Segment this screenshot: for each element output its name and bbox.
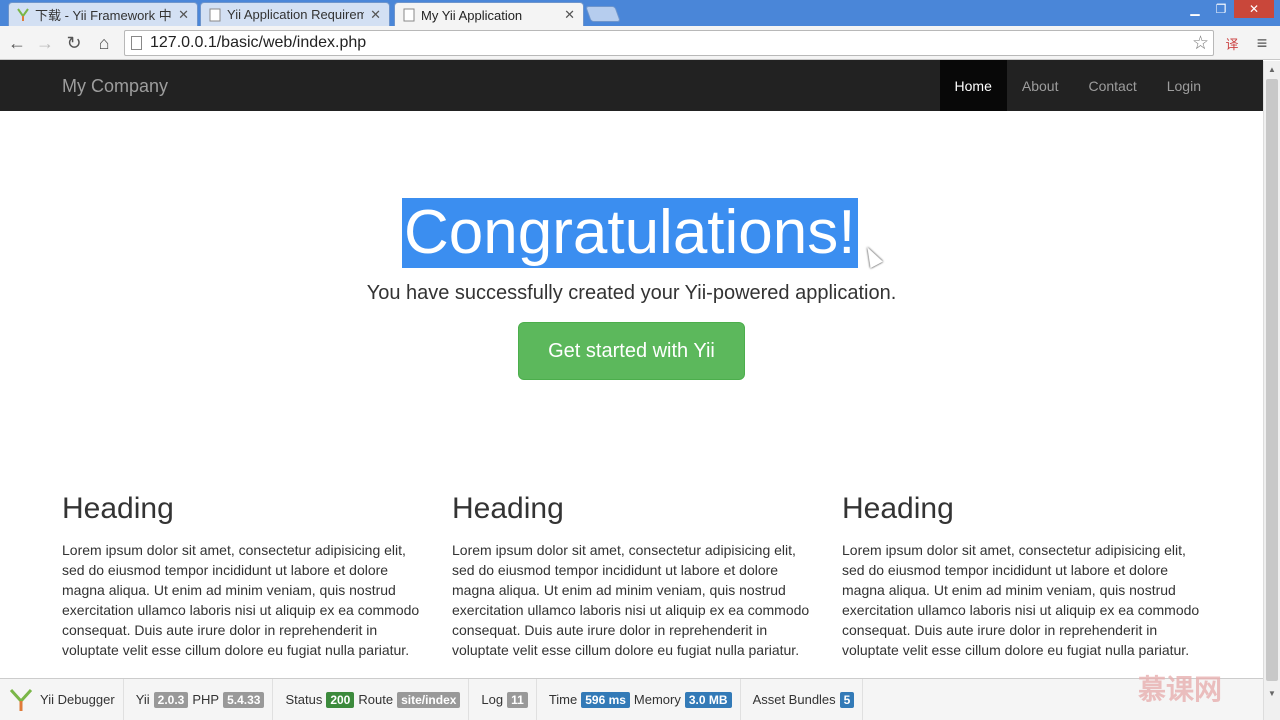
php-version-badge: 5.4.33 bbox=[223, 691, 265, 708]
assets-label: Asset Bundles bbox=[752, 692, 836, 707]
address-bar[interactable]: ☆ bbox=[124, 30, 1214, 56]
status-badge: 200 bbox=[326, 691, 355, 708]
memory-label: Memory bbox=[633, 692, 681, 707]
tab-requirements[interactable]: Yii Application Requirements ✕ bbox=[200, 2, 390, 26]
tab-title: 下载 - Yii Framework 中文 bbox=[35, 8, 173, 23]
debugger-title: Yii Debugger bbox=[40, 692, 115, 707]
tab-title: Yii Application Requirements bbox=[227, 7, 365, 22]
translate-icon[interactable]: 译 bbox=[1220, 31, 1244, 55]
maximize-icon[interactable]: ❐ bbox=[1208, 0, 1234, 18]
menu-icon[interactable]: ≡ bbox=[1250, 31, 1274, 55]
request-block[interactable]: Status 200 Route site/index bbox=[273, 678, 470, 720]
scrollbar-thumb[interactable] bbox=[1266, 79, 1278, 681]
nav-menu: Home About Contact Login bbox=[939, 60, 1216, 111]
close-icon[interactable]: ✕ bbox=[370, 7, 381, 23]
column-heading: Heading bbox=[842, 492, 954, 525]
column-body: Lorem ipsum dolor sit amet, consectetur … bbox=[62, 542, 420, 658]
log-block[interactable]: Log 11 bbox=[469, 678, 537, 720]
tab-downloads[interactable]: 下载 - Yii Framework 中文 ✕ bbox=[8, 2, 198, 26]
minimize-icon[interactable]: ▁ bbox=[1182, 0, 1208, 18]
content-column: Heading Lorem ipsum dolor sit amet, cons… bbox=[62, 492, 422, 660]
reload-icon[interactable]: ↻ bbox=[62, 31, 86, 55]
config-block[interactable]: Yii 2.0.3 PHP 5.4.33 bbox=[124, 678, 274, 720]
site-navbar: My Company Home About Contact Login bbox=[0, 60, 1263, 111]
content-column: Heading Lorem ipsum dolor sit amet, cons… bbox=[842, 492, 1202, 660]
route-label: Route bbox=[358, 692, 394, 707]
window-close-icon[interactable]: ✕ bbox=[1234, 0, 1274, 18]
watermark-logo: 慕课网 bbox=[1138, 674, 1223, 705]
memory-badge: 3.0 MB bbox=[684, 691, 732, 708]
back-arrow-icon[interactable]: ← bbox=[5, 31, 29, 55]
yii-debug-toolbar: Yii Debugger Yii 2.0.3 PHP 5.4.33 Status… bbox=[0, 678, 1263, 720]
log-label: Log bbox=[481, 692, 504, 707]
forward-arrow-icon[interactable]: → bbox=[33, 31, 57, 55]
yii-label: Yii bbox=[135, 692, 150, 707]
content-column: Heading Lorem ipsum dolor sit amet, cons… bbox=[452, 492, 812, 660]
assets-block[interactable]: Asset Bundles 5 bbox=[741, 678, 864, 720]
jumbotron-title: Congratulations! bbox=[402, 198, 858, 268]
nav-item-home[interactable]: Home bbox=[939, 60, 1007, 111]
status-label: Status bbox=[285, 692, 323, 707]
scroll-down-icon[interactable]: ▼ bbox=[1264, 685, 1280, 701]
php-label: PHP bbox=[192, 692, 220, 707]
new-tab-button[interactable] bbox=[585, 6, 621, 22]
yii-logo-icon bbox=[9, 688, 33, 711]
page-icon bbox=[403, 8, 415, 22]
close-icon[interactable]: ✕ bbox=[178, 7, 189, 23]
column-body: Lorem ipsum dolor sit amet, consectetur … bbox=[452, 542, 810, 658]
page-icon bbox=[209, 8, 221, 21]
column-body: Lorem ipsum dolor sit amet, consectetur … bbox=[842, 542, 1200, 658]
scroll-up-icon[interactable]: ▲ bbox=[1264, 61, 1280, 77]
browser-tabstrip: 下载 - Yii Framework 中文 ✕ Yii Application … bbox=[0, 0, 1280, 27]
brand-link[interactable]: My Company bbox=[62, 76, 168, 97]
assets-badge: 5 bbox=[839, 691, 855, 708]
jumbotron-lead: You have successfully created your Yii-p… bbox=[366, 282, 897, 304]
column-heading: Heading bbox=[452, 492, 564, 525]
route-badge: site/index bbox=[397, 691, 461, 708]
profiling-block[interactable]: Time 596 ms Memory 3.0 MB bbox=[537, 678, 741, 720]
yii-version-badge: 2.0.3 bbox=[153, 691, 189, 708]
tab-my-yii-application[interactable]: My Yii Application ✕ bbox=[394, 2, 584, 27]
nav-item-about[interactable]: About bbox=[1007, 60, 1074, 111]
bookmark-star-icon[interactable]: ☆ bbox=[1192, 32, 1209, 55]
debugger-home-link[interactable]: Yii Debugger bbox=[0, 678, 124, 720]
column-heading: Heading bbox=[62, 492, 174, 525]
log-badge: 11 bbox=[507, 691, 528, 708]
time-badge: 596 ms bbox=[581, 691, 630, 708]
tab-title: My Yii Application bbox=[421, 7, 523, 23]
page-icon bbox=[131, 36, 142, 50]
time-label: Time bbox=[548, 692, 578, 707]
home-icon[interactable]: ⌂ bbox=[92, 31, 116, 55]
mouse-cursor-icon bbox=[861, 243, 883, 269]
close-icon[interactable]: ✕ bbox=[564, 7, 575, 23]
yii-favicon-icon bbox=[17, 7, 29, 21]
nav-item-login[interactable]: Login bbox=[1152, 60, 1216, 111]
address-input[interactable] bbox=[150, 34, 1150, 52]
page-scrollbar[interactable]: ▲ ▼ bbox=[1263, 61, 1280, 720]
get-started-button[interactable]: Get started with Yii bbox=[518, 322, 745, 380]
browser-toolbar: ← → ↻ ⌂ ☆ 译 ≡ bbox=[0, 26, 1280, 60]
nav-item-contact[interactable]: Contact bbox=[1073, 60, 1151, 111]
